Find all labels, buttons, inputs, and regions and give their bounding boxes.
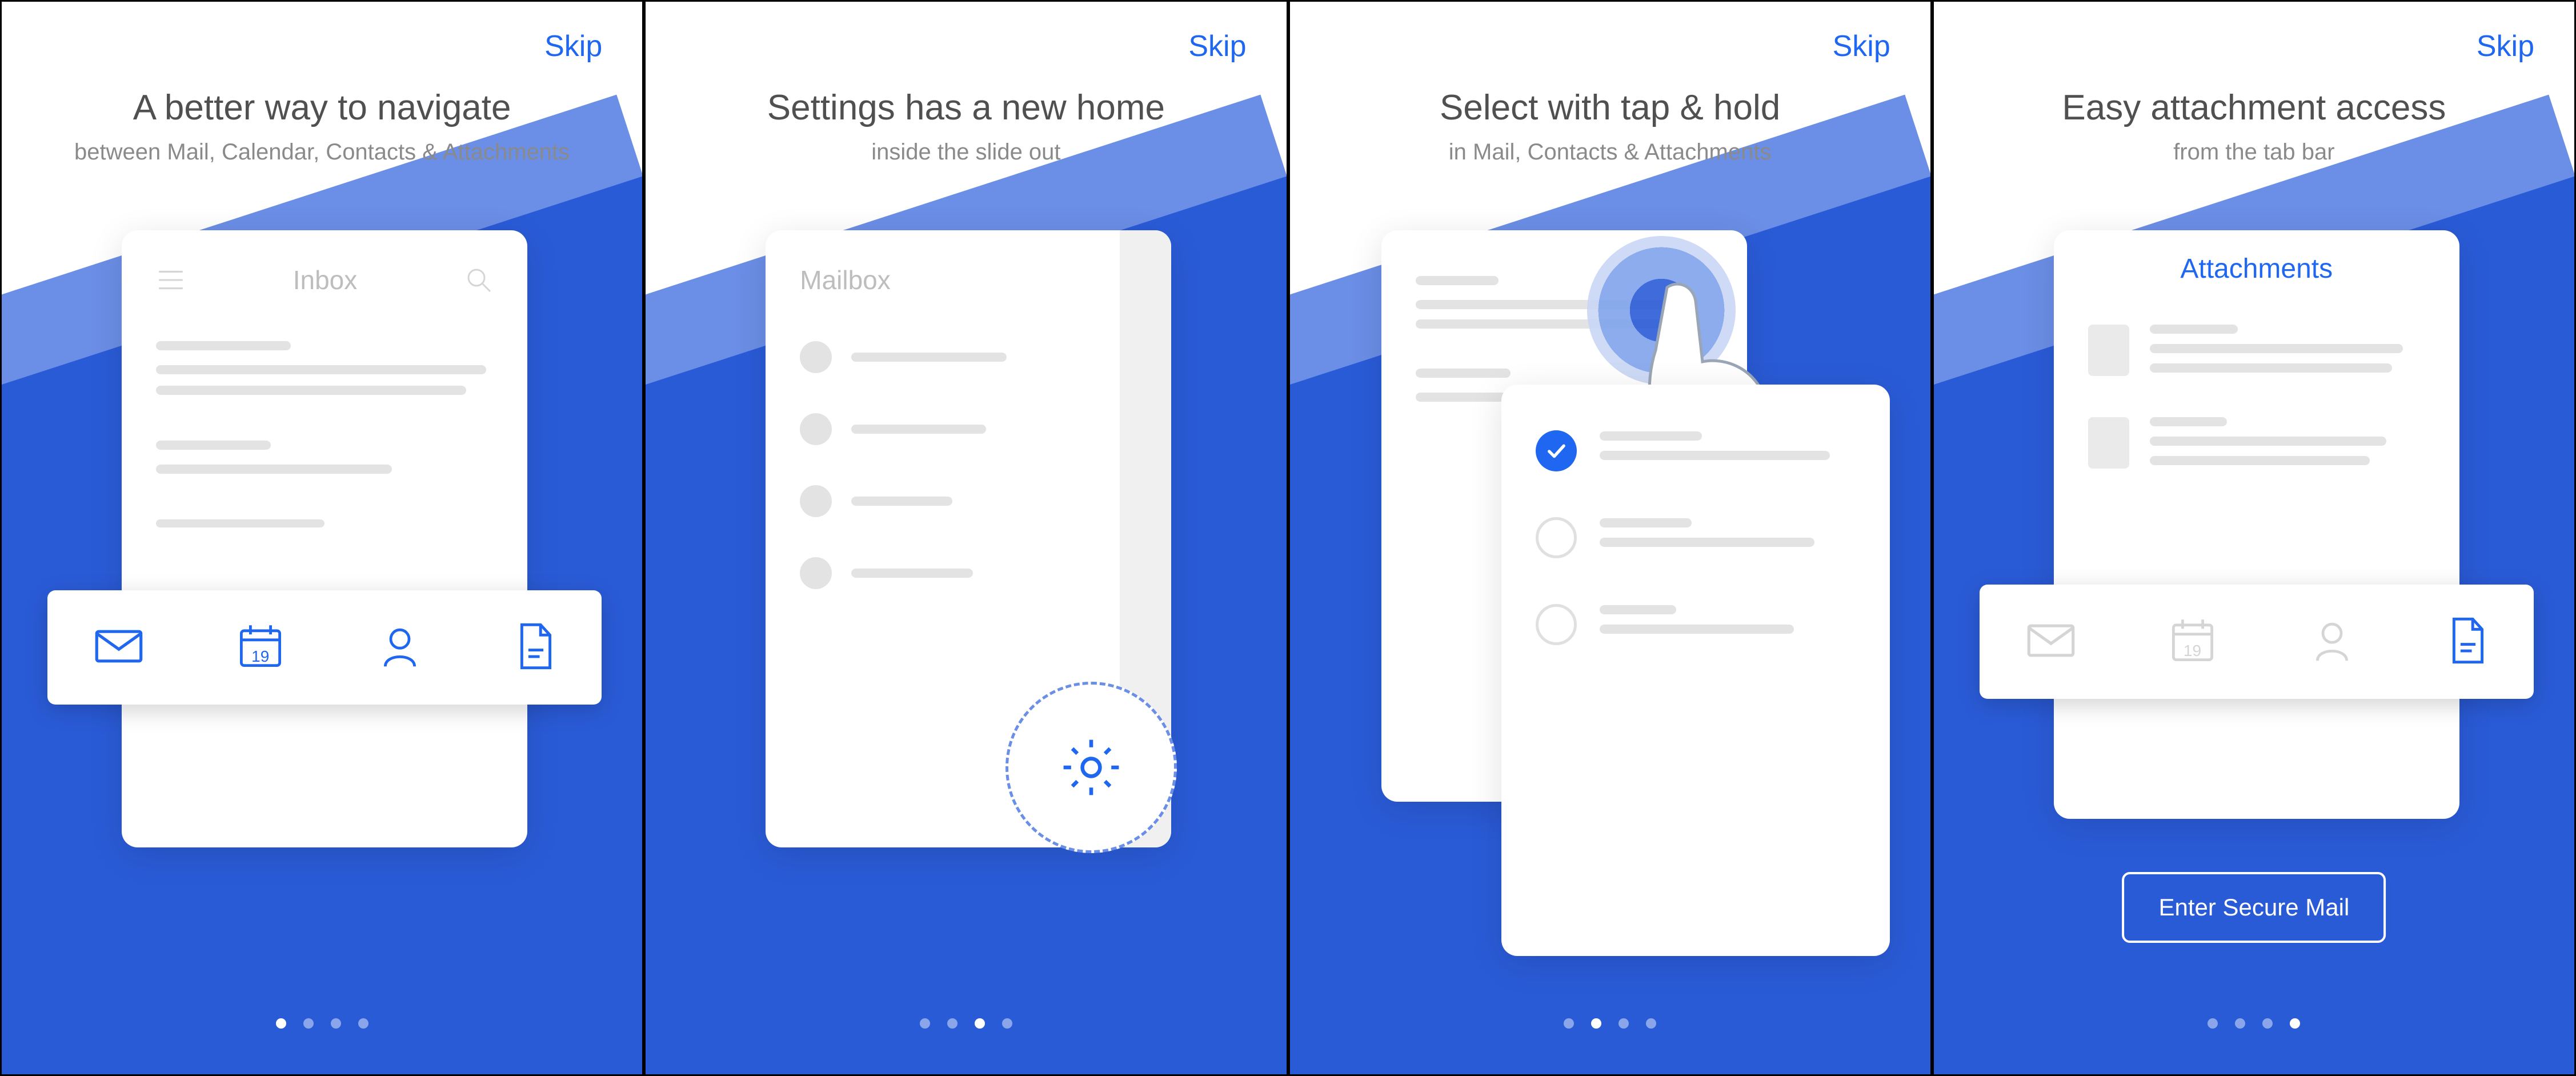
subtitle: between Mail, Calendar, Contacts & Attac… [2,139,642,165]
settings-gear-highlight [1005,682,1177,853]
subtitle: in Mail, Contacts & Attachments [1290,139,1930,165]
skip-button[interactable]: Skip [1833,29,1890,63]
mock-inbox-card: Inbox [122,230,527,847]
mock-screen-title: Attachments [2054,230,2459,285]
title: Select with tap & hold [1290,87,1930,128]
mail-icon [2026,621,2076,661]
headline: Select with tap & hold in Mail, Contacts… [1290,87,1930,165]
onboarding-screen-3: Skip Select with tap & hold in Mail, Con… [1288,0,1932,1076]
title: A better way to navigate [2,87,642,128]
list-item [800,485,1137,517]
onboarding-screen-1: Skip A better way to navigate between Ma… [0,0,644,1076]
tab-bar: 19 [1980,585,2534,699]
list-item [1536,604,1856,645]
contacts-icon [377,623,423,669]
list-item [800,341,1137,373]
onboarding-screen-2: Skip Settings has a new home inside the … [644,0,1288,1076]
selected-check-icon [1536,430,1577,471]
page-dots [2,1018,642,1029]
title: Easy attachment access [1934,87,2574,128]
mock-screen-title: Inbox [293,265,358,295]
list-item-selected [1536,430,1856,471]
page-dots [1934,1018,2574,1029]
list-item [800,413,1137,445]
mock-attachments-card: Attachments [2054,230,2459,819]
calendar-day: 19 [238,647,283,666]
document-icon [2449,617,2487,664]
file-image-icon [2088,417,2129,469]
subtitle: inside the slide out [646,139,1286,165]
document-icon [517,623,555,670]
page-dots [646,1018,1286,1029]
mock-selection-card [1501,385,1890,956]
contacts-icon [2309,618,2355,663]
headline: Settings has a new home inside the slide… [646,87,1286,165]
file-pdf-icon [2088,325,2129,376]
skip-button[interactable]: Skip [2477,29,2534,63]
tab-attachments[interactable] [2449,617,2487,667]
tab-calendar[interactable]: 19 [2170,618,2216,666]
headline: Easy attachment access from the tab bar [1934,87,2574,165]
mock-screen-title: Mailbox [800,265,1137,295]
tab-mail[interactable] [2026,621,2076,663]
calendar-day: 19 [2170,642,2216,660]
tab-contacts[interactable] [377,623,423,672]
tab-contacts[interactable] [2309,618,2355,666]
headline: A better way to navigate between Mail, C… [2,87,642,165]
mail-icon [94,626,143,666]
menu-icon [156,268,186,292]
attachment-row [2088,325,2425,383]
unselected-circle-icon [1536,604,1577,645]
attachment-row [2088,417,2425,475]
subtitle: from the tab bar [1934,139,2574,165]
list-item [800,557,1137,589]
skip-button[interactable]: Skip [1188,29,1246,63]
search-icon [464,266,493,294]
gear-icon [1060,736,1123,799]
title: Settings has a new home [646,87,1286,128]
unselected-circle-icon [1536,517,1577,558]
list-item [1536,517,1856,558]
tab-bar: 19 [47,590,602,705]
page-dots [1290,1018,1930,1029]
onboarding-screen-4: Skip Easy attachment access from the tab… [1932,0,2576,1076]
tab-attachments[interactable] [517,623,555,673]
enter-secure-mail-button[interactable]: Enter Secure Mail [2122,872,2386,943]
tab-mail[interactable] [94,626,143,669]
skip-button[interactable]: Skip [544,29,602,63]
tab-calendar[interactable]: 19 [238,623,283,672]
